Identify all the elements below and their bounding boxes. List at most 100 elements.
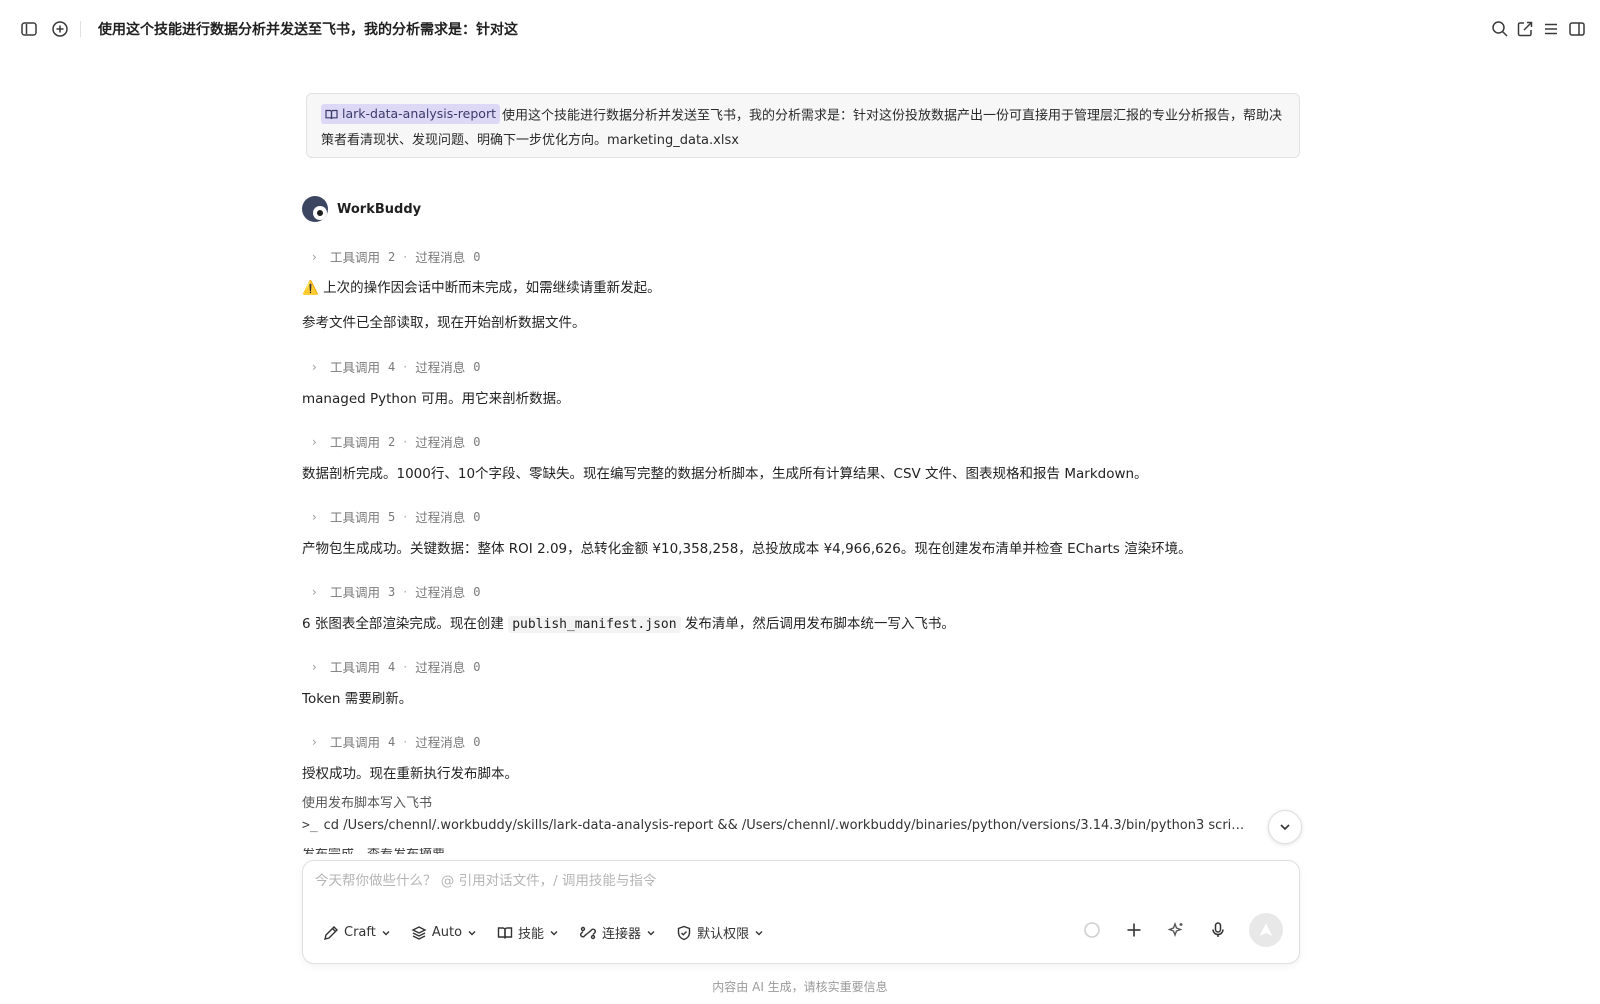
tool-call-count: 4 bbox=[388, 359, 396, 374]
process-msg-label: 过程消息 bbox=[415, 435, 466, 450]
warning-icon: ⚠️ bbox=[302, 280, 319, 296]
panel-toggle-icon[interactable] bbox=[1566, 18, 1588, 40]
tool-call-summary[interactable]: › 工具调用 4 · 过程消息 0 bbox=[312, 357, 480, 376]
message-text: 上次的操作因会话中断而未完成，如需继续请重新发起。 bbox=[323, 280, 661, 296]
separator: · bbox=[403, 734, 408, 749]
chevron-down-icon bbox=[647, 930, 655, 935]
tool-call-count: 2 bbox=[388, 434, 396, 449]
tool-call-count: 2 bbox=[388, 249, 396, 264]
craft-mode-button[interactable]: Craft bbox=[323, 925, 391, 941]
shield-icon bbox=[677, 925, 691, 940]
sparkle-icon[interactable] bbox=[1165, 919, 1187, 941]
tool-call-label: 工具调用 bbox=[330, 360, 381, 375]
message-input[interactable] bbox=[315, 873, 1115, 889]
process-msg-label: 过程消息 bbox=[415, 735, 466, 750]
context-usage-icon[interactable] bbox=[1081, 919, 1103, 941]
process-msg-count: 0 bbox=[473, 509, 481, 524]
composer-actions bbox=[1081, 913, 1283, 947]
command-label: 使用发布脚本写入飞书 bbox=[302, 796, 433, 811]
separator: · bbox=[403, 659, 408, 674]
assistant-message: 6 张图表全部渲染完成。现在创建 publish_manifest.json 发… bbox=[302, 612, 955, 633]
tool-call-summary[interactable]: › 工具调用 5 · 过程消息 0 bbox=[312, 507, 480, 526]
skills-label: 技能 bbox=[518, 927, 545, 942]
process-msg-label: 过程消息 bbox=[415, 250, 466, 265]
microphone-icon[interactable] bbox=[1207, 919, 1229, 941]
layers-icon bbox=[411, 925, 427, 940]
separator: · bbox=[403, 249, 408, 264]
auto-label: Auto bbox=[431, 925, 463, 940]
chevron-right-icon: › bbox=[312, 249, 317, 264]
tool-call-label: 工具调用 bbox=[330, 585, 381, 600]
chevron-down-icon bbox=[468, 930, 476, 935]
new-chat-icon[interactable] bbox=[49, 18, 71, 40]
permissions-button[interactable]: 默认权限 bbox=[676, 923, 764, 942]
tool-call-summary[interactable]: › 工具调用 2 · 过程消息 0 bbox=[312, 432, 480, 451]
separator: · bbox=[403, 509, 408, 524]
tool-call-label: 工具调用 bbox=[330, 510, 381, 525]
separator: · bbox=[403, 434, 408, 449]
process-msg-count: 0 bbox=[473, 359, 481, 374]
skills-button[interactable]: 技能 bbox=[497, 923, 559, 942]
process-msg-label: 过程消息 bbox=[415, 360, 466, 375]
assistant-header: WorkBuddy bbox=[302, 196, 421, 222]
skill-chip[interactable]: lark-data-analysis-report bbox=[321, 104, 500, 124]
book-icon bbox=[497, 926, 513, 939]
command-text: cd /Users/chennl/.workbuddy/skills/lark-… bbox=[323, 818, 1252, 833]
tool-call-label: 工具调用 bbox=[330, 435, 381, 450]
model-select-button[interactable]: Auto bbox=[411, 925, 477, 941]
chevron-right-icon: › bbox=[312, 584, 317, 599]
send-icon bbox=[1259, 923, 1273, 936]
command-line[interactable]: >_ cd /Users/chennl/.workbuddy/skills/lar… bbox=[302, 818, 1252, 833]
tool-call-label: 工具调用 bbox=[330, 660, 381, 675]
tool-call-summary[interactable]: › 工具调用 3 · 过程消息 0 bbox=[312, 582, 480, 601]
tool-call-summary[interactable]: › 工具调用 4 · 过程消息 0 bbox=[312, 732, 480, 751]
page-title: 使用这个技能进行数据分析并发送至飞书，我的分析需求是：针对这 bbox=[98, 22, 518, 38]
process-msg-label: 过程消息 bbox=[415, 510, 466, 525]
tool-call-summary[interactable]: › 工具调用 4 · 过程消息 0 bbox=[312, 657, 480, 676]
tool-call-count: 4 bbox=[388, 734, 396, 749]
terminal-icon: >_ bbox=[302, 818, 318, 833]
avatar bbox=[302, 196, 328, 222]
process-msg-count: 0 bbox=[473, 434, 481, 449]
connectors-button[interactable]: 连接器 bbox=[579, 923, 656, 942]
tool-call-count: 5 bbox=[388, 509, 396, 524]
chevron-right-icon: › bbox=[312, 509, 317, 524]
process-msg-label: 过程消息 bbox=[415, 585, 466, 600]
chevron-down-icon bbox=[1280, 824, 1290, 831]
message-text: 6 张图表全部渲染完成。现在创建 bbox=[302, 616, 504, 632]
sidebar-toggle-icon[interactable] bbox=[18, 18, 40, 40]
ai-disclaimer: 内容由 AI 生成，请核实重要信息 bbox=[712, 980, 888, 994]
permissions-label: 默认权限 bbox=[697, 927, 750, 942]
divider bbox=[80, 21, 81, 37]
connectors-label: 连接器 bbox=[602, 927, 642, 942]
tool-call-summary[interactable]: › 工具调用 2 · 过程消息 0 bbox=[312, 247, 480, 266]
process-msg-count: 0 bbox=[473, 659, 481, 674]
composer-toolbar: Craft Auto 技能 连接器 默认权限 bbox=[323, 923, 764, 942]
chevron-down-icon bbox=[755, 930, 763, 935]
user-message: lark-data-analysis-report 使用这个技能进行数据分析并发… bbox=[306, 93, 1300, 158]
separator: · bbox=[403, 584, 408, 599]
craft-label: Craft bbox=[344, 925, 376, 940]
assistant-message: managed Python 可用。用它来剖析数据。 bbox=[302, 391, 570, 407]
share-icon[interactable] bbox=[1514, 18, 1536, 40]
composer: Craft Auto 技能 连接器 默认权限 bbox=[302, 860, 1300, 964]
scroll-to-bottom-button[interactable] bbox=[1268, 810, 1302, 844]
chevron-right-icon: › bbox=[312, 434, 317, 449]
process-msg-count: 0 bbox=[473, 249, 481, 264]
top-bar: 使用这个技能进行数据分析并发送至飞书，我的分析需求是：针对这 bbox=[0, 0, 1600, 58]
chevron-right-icon: › bbox=[312, 659, 317, 674]
cutoff-message: 发布完成，查看发布摘要 bbox=[302, 848, 502, 854]
assistant-message: 数据剖析完成。1000行、10个字段、零缺失。现在编写完整的数据分析脚本，生成所… bbox=[302, 466, 1148, 482]
assistant-message: ⚠️ 上次的操作因会话中断而未完成，如需继续请重新发起。 bbox=[302, 276, 661, 296]
search-icon[interactable] bbox=[1489, 18, 1511, 40]
skill-chip-label: lark-data-analysis-report bbox=[342, 106, 496, 121]
message-text: 发布清单，然后调用发布脚本统一写入飞书。 bbox=[684, 616, 955, 632]
assistant-message: 产物包生成成功。关键数据：整体 ROI 2.09，总转化金额 ¥10,358,2… bbox=[302, 541, 1192, 557]
assistant-message: Token 需要刷新。 bbox=[302, 691, 413, 707]
add-icon[interactable] bbox=[1123, 919, 1145, 941]
chevron-down-icon bbox=[382, 930, 390, 935]
send-button[interactable] bbox=[1249, 913, 1283, 947]
process-msg-count: 0 bbox=[473, 584, 481, 599]
assistant-message: 参考文件已全部读取，现在开始剖析数据文件。 bbox=[302, 315, 586, 331]
list-icon[interactable] bbox=[1540, 18, 1562, 40]
